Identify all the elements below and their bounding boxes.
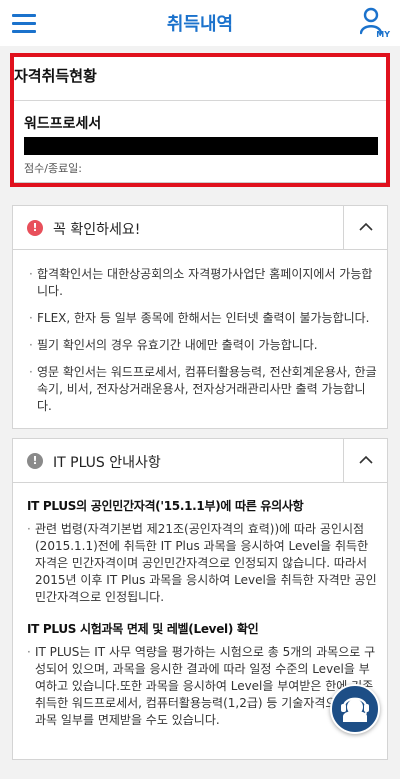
list-item: FLEX, 한자 등 일부 종목에 한해서는 인터넷 출력이 불가능합니다. [29, 310, 379, 327]
list-item: 영문 확인서는 워드프로세서, 컴퓨터활용능력, 전산회계운용사, 한글속기, … [29, 364, 379, 415]
list-item: 필기 확인서의 경우 유효기간 내에만 출력이 가능합니다. [29, 337, 379, 354]
chevron-up-icon [359, 222, 373, 231]
itplus-content: IT PLUS의 공인민간자격('15.1.1부)에 따른 유의사항 관련 법령… [27, 497, 379, 739]
score-date-label: 점수/종료일: [24, 162, 83, 175]
itplus-header[interactable]: ! IT PLUS 안내사항 [13, 439, 387, 483]
my-label: MY [376, 30, 390, 39]
my-page-button[interactable]: MY [360, 7, 390, 39]
divider [14, 182, 386, 183]
list-item: 관련 법령(자격기본법 제21조(공인자격의 효력))에 따라 공인시점(201… [27, 521, 379, 606]
list-item: IT PLUS는 IT 사무 역량을 평가하는 시험으로 총 5개의 과목으로 … [27, 644, 379, 729]
certificate-name: 워드프로세서 [24, 116, 102, 132]
alert-icon: ! [27, 220, 43, 236]
redacted-info [24, 137, 378, 155]
info-icon: ! [27, 453, 43, 469]
notice-header[interactable]: ! 꼭 확인하세요! [13, 206, 387, 250]
collapse-toggle-button[interactable] [343, 206, 387, 249]
notice-list: 합격확인서는 대한상공회의소 자격평가사업단 홈페이지에서 가능합니다. FLE… [29, 266, 379, 425]
app-header: 취득내역 MY [0, 0, 400, 46]
notice-title: 꼭 확인하세요! [53, 222, 141, 238]
notice-panel: ! 꼭 확인하세요! 합격확인서는 대한상공회의소 자격평가사업단 홈페이지에서… [12, 205, 388, 429]
section-title: IT PLUS 시험과목 면제 및 레벨(Level) 확인 [27, 622, 259, 636]
list-item: 합격확인서는 대한상공회의소 자격평가사업단 홈페이지에서 가능합니다. [29, 266, 379, 300]
certification-status-card: 자격취득현황 워드프로세서 점수/종료일: [10, 53, 390, 187]
headset-icon [341, 697, 369, 722]
status-title: 자격취득현황 [14, 67, 97, 85]
chevron-up-icon [359, 455, 373, 464]
page-title: 취득내역 [166, 14, 234, 35]
collapse-toggle-button[interactable] [343, 439, 387, 482]
divider [14, 100, 386, 101]
chat-support-button[interactable] [330, 684, 380, 734]
itplus-title: IT PLUS 안내사항 [53, 455, 161, 471]
section-title: IT PLUS의 공인민간자격('15.1.1부)에 따른 유의사항 [27, 499, 304, 513]
